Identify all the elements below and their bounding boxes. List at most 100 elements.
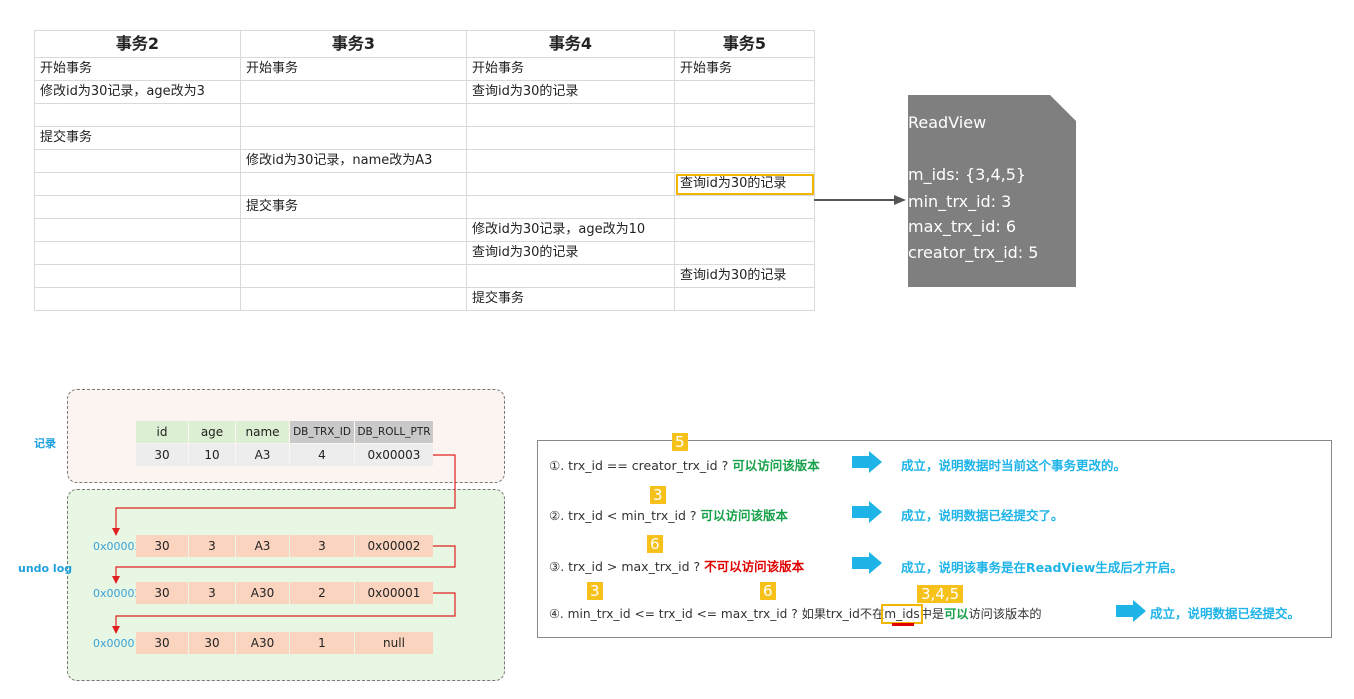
arrow-right-icon — [852, 552, 882, 574]
table-cell: 查询id为30的记录 — [466, 80, 675, 104]
table-cell — [674, 218, 815, 242]
rule-2-text: ②. trx_id < min_trx_id ? — [549, 508, 697, 523]
table-cell — [674, 149, 815, 173]
record-label: 记录 — [34, 437, 56, 450]
table-cell — [240, 80, 467, 104]
record-header-id: id — [136, 421, 188, 443]
rule-4-m-ids: m_ids — [881, 604, 923, 624]
arrow-right-icon — [1116, 600, 1146, 622]
rule-3-ok: 不可以访问该版本 — [704, 559, 805, 574]
table-cell — [674, 287, 815, 311]
undo-cell: 30 — [189, 632, 235, 654]
readview-title: ReadView — [908, 113, 987, 132]
undo-cell: 3 — [189, 535, 235, 557]
undo-cell: A3 — [236, 535, 289, 557]
arrow-right-icon — [852, 451, 882, 473]
table-cell: 提交事务 — [466, 287, 675, 311]
undo-cell: 30 — [136, 535, 188, 557]
table-row: 查询id为30的记录 — [34, 172, 815, 196]
record-header-age: age — [189, 421, 235, 443]
record-header-db-trx-id: DB_TRX_ID — [290, 421, 354, 443]
undo-cell: null — [355, 632, 433, 654]
badge-m-ids: 3,4,5 — [917, 585, 964, 603]
table-row: 查询id为30的记录 — [34, 264, 815, 288]
badge-min-trx-id: 3 — [587, 582, 603, 600]
table-cell — [34, 172, 241, 196]
record-value-name: A3 — [236, 444, 289, 466]
table-cell — [240, 264, 467, 288]
rule-1-text: ①. trx_id == creator_trx_id ? — [549, 458, 729, 473]
rule-1-result: 成立，说明数据时当前这个事务更改的。 — [901, 458, 1127, 473]
table-cell — [34, 195, 241, 219]
undo-addr: 0x00003 — [93, 540, 142, 553]
undo-cell: 1 — [290, 632, 354, 654]
table-cell — [34, 149, 241, 173]
table-cell: 修改id为30记录，age改为3 — [34, 80, 241, 104]
table-row: 提交事务 — [34, 195, 815, 219]
rule-1-ok: 可以访问该版本 — [732, 458, 820, 473]
not-in-underline — [892, 623, 914, 626]
record-value-db-trx-id: 4 — [290, 444, 354, 466]
undo-cell: A30 — [236, 632, 289, 654]
record-header-name: name — [236, 421, 289, 443]
table-cell: 查询id为30的记录 — [674, 264, 815, 288]
table-cell: 开始事务 — [240, 57, 467, 81]
undo-cell: 3 — [290, 535, 354, 557]
readview-card: ReadView m_ids: {3,4,5} min_trx_id: 3 ma… — [908, 95, 1076, 287]
record-value-id: 30 — [136, 444, 188, 466]
table-cell — [34, 287, 241, 311]
highlighted-query-cell: 查询id为30的记录 — [674, 172, 815, 196]
table-row: 修改id为30记录，age改为10 — [34, 218, 815, 242]
record-value-age: 10 — [189, 444, 235, 466]
undo-cell: 2 — [290, 582, 354, 604]
table-cell — [34, 241, 241, 265]
rule-4: ④. min_trx_id <= trx_id <= max_trx_id ? … — [549, 604, 1042, 624]
undo-addr: 0x00001 — [93, 637, 142, 650]
table-cell — [466, 195, 675, 219]
table-cell: 提交事务 — [240, 195, 467, 219]
badge-max-trx-id: 6 — [647, 535, 663, 553]
rule-4-not-in: 不在 — [859, 607, 885, 621]
table-cell — [466, 126, 675, 150]
header-tx4: 事务4 — [466, 30, 675, 58]
table-cell: 修改id为30记录，age改为10 — [466, 218, 675, 242]
table-row: 开始事务 开始事务 开始事务 开始事务 — [34, 57, 815, 81]
readview-creator-trx-id: creator_trx_id: 5 — [908, 243, 1039, 262]
table-cell — [240, 172, 467, 196]
transaction-table: 事务2 事务3 事务4 事务5 开始事务 开始事务 开始事务 开始事务 修改id为30… — [34, 30, 815, 311]
undo-cell: 0x00002 — [355, 535, 433, 557]
arrow-right-icon — [852, 501, 882, 523]
table-cell — [240, 287, 467, 311]
readview-max-trx-id: max_trx_id: 6 — [908, 217, 1017, 236]
readview-m-ids: m_ids: {3,4,5} — [908, 165, 1027, 184]
rule-1: ①. trx_id == creator_trx_id ? 可以访问该版本 — [549, 455, 820, 474]
table-cell — [674, 103, 815, 127]
table-row: 提交事务 — [34, 126, 815, 150]
rule-3: ③. trx_id > max_trx_id ? 不可以访问该版本 — [549, 556, 804, 575]
table-cell — [240, 241, 467, 265]
rule-4-result: 成立，说明数据已经提交。 — [1150, 606, 1301, 621]
table-cell — [674, 80, 815, 104]
table-cell — [466, 172, 675, 196]
header-tx3: 事务3 — [240, 30, 467, 58]
table-cell: 查询id为30的记录 — [466, 241, 675, 265]
table-cell: 提交事务 — [34, 126, 241, 150]
table-cell — [674, 195, 815, 219]
undo-cell: 30 — [136, 632, 188, 654]
header-tx2: 事务2 — [34, 30, 241, 58]
rule-4-text: ④. min_trx_id <= trx_id <= max_trx_id ? … — [549, 607, 860, 621]
badge-min-trx-id: 3 — [650, 486, 666, 504]
undo-cell: 0x00001 — [355, 582, 433, 604]
rule-3-text: ③. trx_id > max_trx_id ? — [549, 559, 701, 574]
table-cell: 开始事务 — [466, 57, 675, 81]
rule-4-ok: 可以 — [944, 607, 969, 621]
record-header-db-roll-ptr: DB_ROLL_PTR — [355, 421, 433, 443]
table-cell: 开始事务 — [34, 57, 241, 81]
undo-log-label: undo log — [18, 562, 73, 575]
table-cell: 开始事务 — [674, 57, 815, 81]
table-row: 查询id为30的记录 — [34, 241, 815, 265]
table-cell — [674, 126, 815, 150]
rule-2-ok: 可以访问该版本 — [700, 508, 789, 523]
table-cell — [34, 103, 241, 127]
readview-min-trx-id: min_trx_id: 3 — [908, 192, 1012, 211]
